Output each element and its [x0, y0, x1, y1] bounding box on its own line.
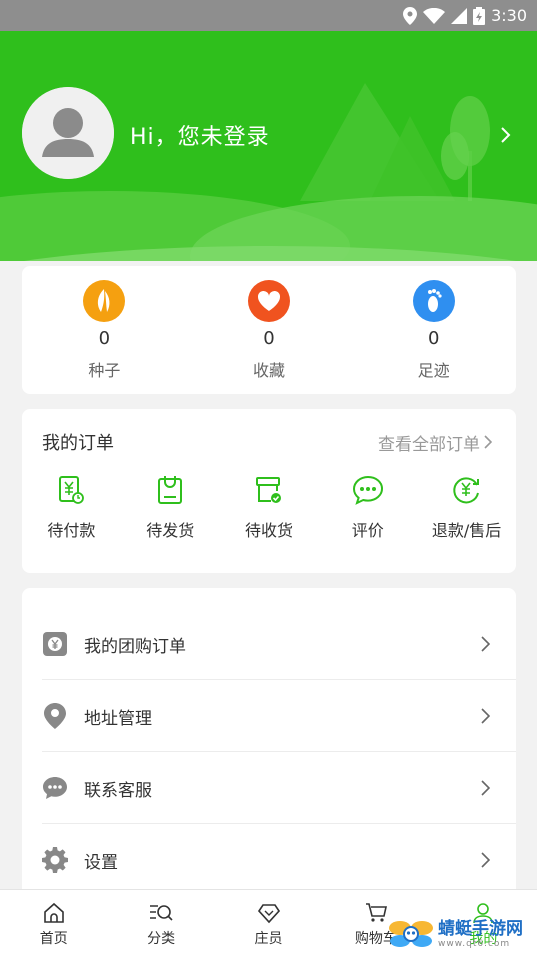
menu-item-label: 联系客服 [84, 780, 152, 801]
tab-category-label: 分类 [147, 931, 176, 947]
avatar[interactable] [22, 87, 114, 179]
category-search-icon [150, 905, 173, 921]
stat-seeds[interactable]: 0 种子 [22, 266, 187, 394]
order-pending-payment-label: 待付款 [47, 521, 96, 540]
menu-item-label: 地址管理 [84, 708, 152, 729]
refund-icon [452, 477, 479, 504]
watermark: 蜻蜓手游网 www.qt6.com [388, 912, 537, 956]
watermark-url: www.qt6.com [438, 938, 511, 949]
login-prompt[interactable]: Hi，您未登录 [130, 119, 270, 151]
settings-gear-icon [42, 847, 68, 873]
stat-favorites-count: 0 [263, 328, 275, 349]
chevron-right-icon [481, 780, 490, 796]
stat-footprints-label: 足迹 [417, 361, 450, 380]
order-pending-shipment-label: 待发货 [146, 521, 195, 540]
menu-item-settings[interactable]: 设置 [22, 824, 516, 896]
order-review-label: 评价 [351, 521, 384, 540]
chevron-right-icon [481, 852, 490, 868]
chevron-right-icon[interactable] [501, 127, 511, 143]
location-icon [403, 6, 418, 25]
signal-icon [451, 7, 468, 24]
orders-title: 我的订单 [42, 433, 114, 454]
watermark-title: 蜻蜓手游网 [438, 918, 523, 939]
order-refund-label: 退款/售后 [431, 521, 502, 540]
view-all-orders-link[interactable]: 查看全部订单 [378, 430, 492, 455]
pending-receipt-icon [255, 477, 281, 503]
tab-home[interactable]: 首页 [0, 890, 107, 956]
stat-seeds-label: 种子 [88, 361, 121, 380]
order-review[interactable]: 评价 [318, 473, 417, 541]
user-avatar-icon [22, 87, 114, 179]
tab-home-label: 首页 [39, 931, 68, 947]
seed-icon [83, 280, 126, 322]
stat-favorites-label: 收藏 [253, 361, 286, 380]
pending-payment-icon [59, 476, 85, 504]
stat-footprints-count: 0 [427, 328, 440, 349]
review-icon [352, 475, 383, 505]
view-all-orders-label: 查看全部订单 [378, 434, 480, 455]
stat-favorites[interactable]: 0 收藏 [187, 266, 352, 394]
wifi-icon [423, 7, 446, 24]
menu-item-label: 我的团购订单 [84, 636, 186, 657]
menu-item-label: 设置 [84, 852, 118, 873]
cart-icon [365, 903, 387, 922]
status-bar: 3:30 [0, 0, 537, 31]
group-order-icon [43, 632, 67, 656]
diamond-icon [257, 904, 280, 924]
pending-shipment-icon [158, 476, 183, 504]
order-pending-shipment[interactable]: 待发货 [121, 473, 220, 541]
tab-members[interactable]: 庄员 [215, 890, 322, 956]
order-pending-receipt[interactable]: 待收货 [220, 473, 319, 541]
tab-members-label: 庄员 [254, 931, 283, 947]
dragonfly-logo-icon [389, 921, 433, 947]
order-refund[interactable]: 退款/售后 [417, 473, 516, 541]
heart-icon [248, 280, 290, 322]
profile-header[interactable]: Hi，您未登录 [0, 31, 537, 261]
menu-item-customer-service[interactable]: 联系客服 [22, 752, 516, 824]
home-icon [43, 902, 64, 923]
chevron-right-icon [484, 435, 492, 449]
menu-card: 我的团购订单 地址管理 联系客服 设置 [22, 588, 516, 898]
status-time: 3:30 [491, 6, 527, 25]
stat-seeds-count: 0 [98, 328, 111, 349]
stats-card: 0 种子 0 收藏 0 足迹 [22, 266, 516, 394]
menu-item-group-orders[interactable]: 我的团购订单 [22, 608, 516, 680]
menu-item-address[interactable]: 地址管理 [22, 680, 516, 752]
stat-footprints[interactable]: 0 足迹 [351, 266, 516, 394]
order-pending-receipt-label: 待收货 [244, 521, 293, 540]
orders-card: 我的订单 查看全部订单 待付款 待发货 待收货 评价 退款/售后 [22, 409, 516, 573]
location-pin-icon [44, 703, 66, 729]
chat-icon [43, 777, 67, 799]
chevron-right-icon [481, 636, 490, 652]
tab-category[interactable]: 分类 [107, 890, 214, 956]
order-pending-payment[interactable]: 待付款 [22, 473, 121, 541]
chevron-right-icon [481, 708, 490, 724]
footprint-icon [412, 280, 455, 322]
battery-icon [473, 6, 486, 25]
